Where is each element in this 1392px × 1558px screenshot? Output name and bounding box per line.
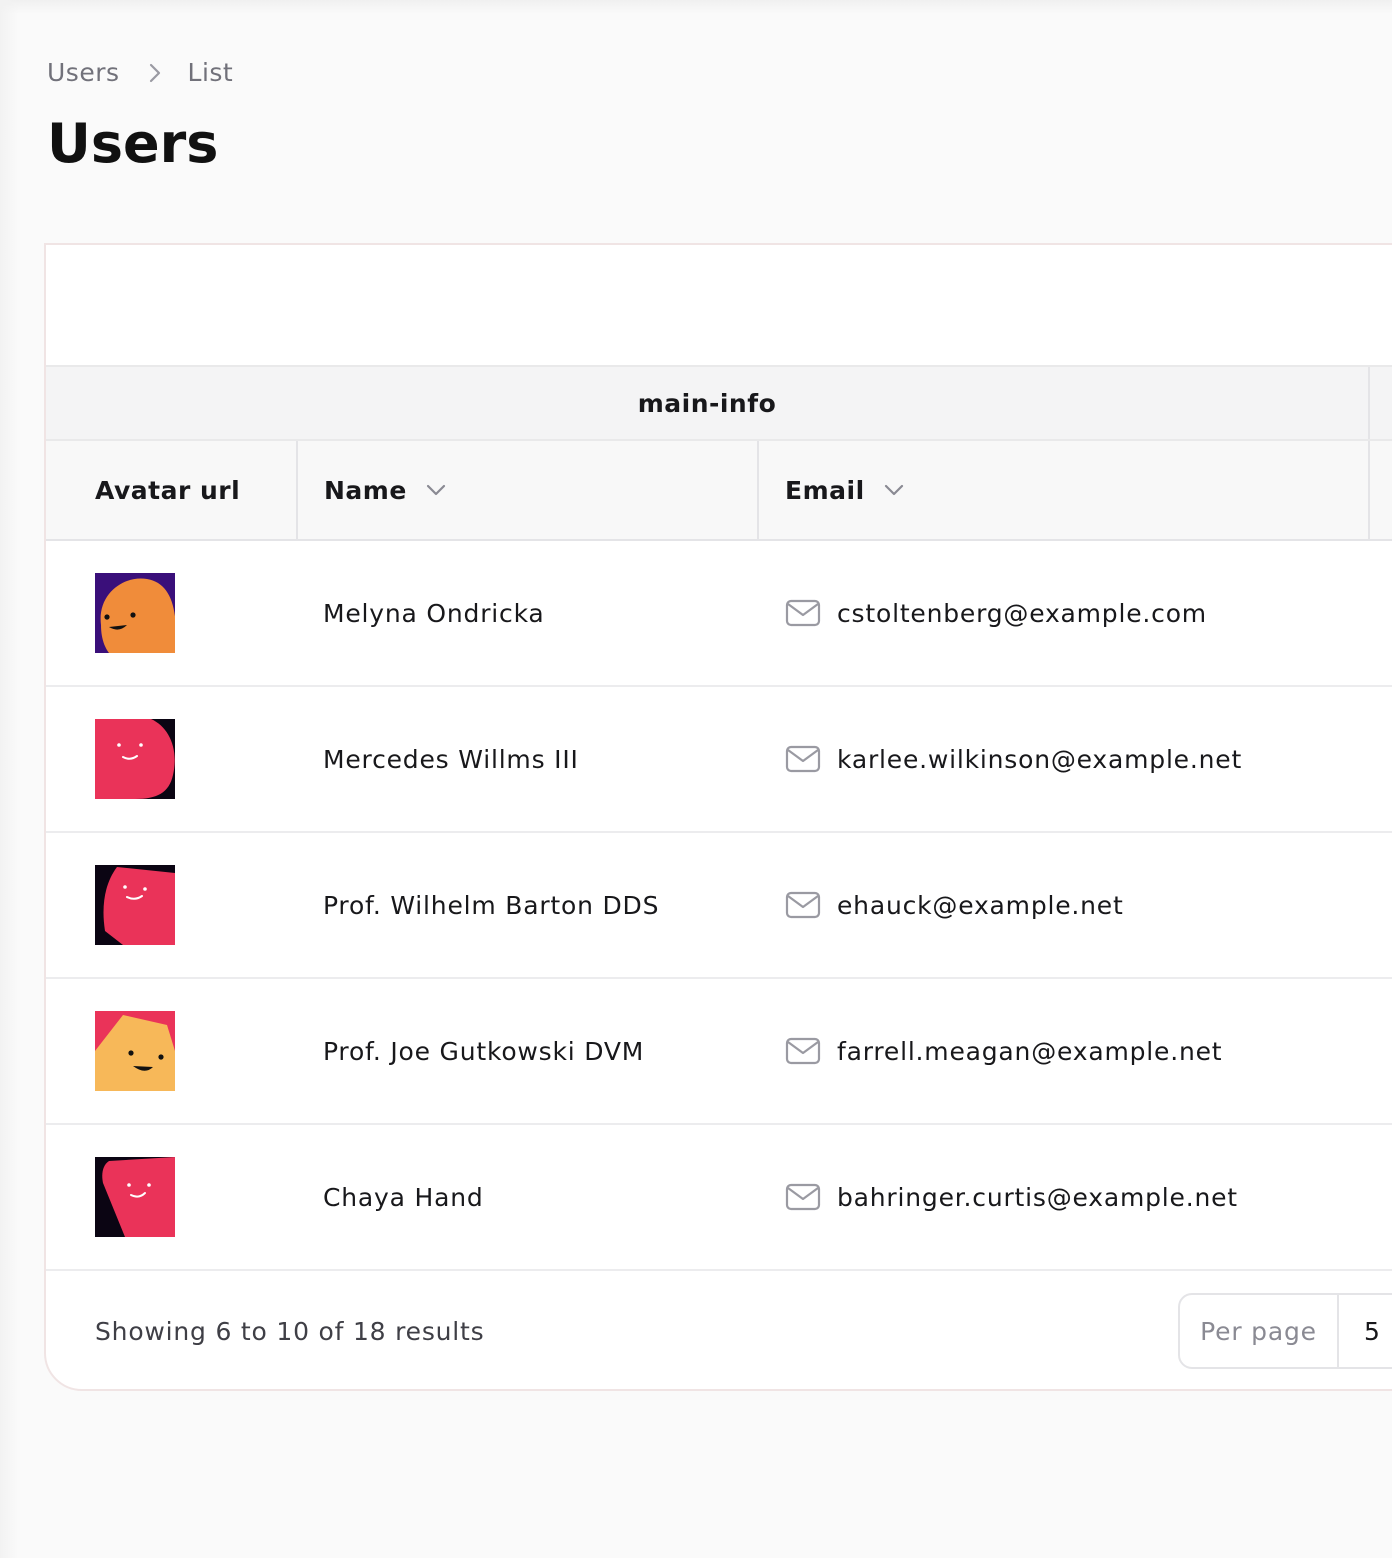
user-name: Prof. Wilhelm Barton DDS	[323, 890, 660, 920]
mail-icon	[785, 1183, 821, 1211]
breadcrumb-item-users[interactable]: Users	[47, 58, 120, 87]
mail-icon	[785, 745, 821, 773]
results-summary: Showing 6 to 10 of 18 results	[95, 1316, 485, 1346]
users-table-card: main-info Avatar url Name Email Melyna O…	[44, 243, 1392, 1391]
user-name: Melyna Ondricka	[323, 598, 545, 628]
sort-chevron-down-icon[interactable]	[883, 483, 905, 497]
email-text: farrell.meagan@example.net	[837, 1036, 1223, 1066]
email-text: ehauck@example.net	[837, 890, 1124, 920]
user-email[interactable]: cstoltenberg@example.com	[785, 541, 1207, 685]
email-text: karlee.wilkinson@example.net	[837, 744, 1243, 774]
table-header-row: Avatar url Name Email	[46, 441, 1392, 541]
user-email[interactable]: farrell.meagan@example.net	[785, 979, 1222, 1123]
column-group-row: main-info	[46, 367, 1392, 441]
sort-chevron-down-icon[interactable]	[425, 483, 447, 497]
table-row[interactable]: Melyna Ondricka cstoltenberg@example.com	[46, 541, 1392, 687]
column-header-name[interactable]: Name	[298, 441, 759, 539]
user-name: Mercedes Willms III	[323, 744, 579, 774]
email-text: bahringer.curtis@example.net	[837, 1182, 1238, 1212]
column-header-label: Name	[324, 475, 407, 505]
table-row[interactable]: Chaya Hand bahringer.curtis@example.net	[46, 1125, 1392, 1271]
table-footer: Showing 6 to 10 of 18 results Per page 5	[46, 1271, 1392, 1389]
column-header-label: Email	[785, 475, 865, 505]
avatar-shape	[95, 719, 175, 799]
user-name: Prof. Joe Gutkowski DVM	[323, 1036, 645, 1066]
breadcrumb-item-list: List	[187, 58, 234, 87]
column-header-label: Avatar url	[95, 475, 241, 505]
mail-icon	[785, 599, 821, 627]
mail-icon	[785, 891, 821, 919]
user-email[interactable]: bahringer.curtis@example.net	[785, 1125, 1238, 1269]
table-body: Melyna Ondricka cstoltenberg@example.com	[46, 541, 1392, 1271]
column-header-email[interactable]: Email	[759, 441, 1370, 539]
page: Users List Users main-info Avatar url Na…	[0, 0, 1392, 1558]
avatar	[95, 573, 176, 653]
avatar	[95, 865, 175, 945]
user-email[interactable]: karlee.wilkinson@example.net	[785, 687, 1242, 831]
column-header-avatar-url: Avatar url	[46, 441, 298, 539]
avatar	[95, 1011, 175, 1091]
table-row[interactable]: Mercedes Willms III karlee.wilkinson@exa…	[46, 687, 1392, 833]
per-page-control[interactable]: Per page 5	[1178, 1293, 1392, 1369]
user-name: Chaya Hand	[323, 1182, 484, 1212]
table-toolbar	[46, 245, 1392, 367]
user-email[interactable]: ehauck@example.net	[785, 833, 1124, 977]
table-row[interactable]: Prof. Wilhelm Barton DDS ehauck@example.…	[46, 833, 1392, 979]
chevron-right-icon	[148, 62, 162, 84]
avatar-shape	[103, 867, 175, 945]
avatar	[95, 1157, 175, 1237]
column-group-main-info: main-info	[46, 367, 1370, 439]
top-shadow	[0, 0, 1392, 14]
sidebar-shadow	[0, 0, 18, 1558]
avatar	[95, 719, 175, 799]
per-page-select[interactable]: 5	[1339, 1295, 1392, 1367]
page-title: Users	[47, 112, 219, 175]
table-row[interactable]: Prof. Joe Gutkowski DVM farrell.meagan@e…	[46, 979, 1392, 1125]
breadcrumb: Users List	[47, 58, 233, 87]
email-text: cstoltenberg@example.com	[837, 598, 1207, 628]
per-page-label: Per page	[1180, 1295, 1339, 1367]
mail-icon	[785, 1037, 821, 1065]
